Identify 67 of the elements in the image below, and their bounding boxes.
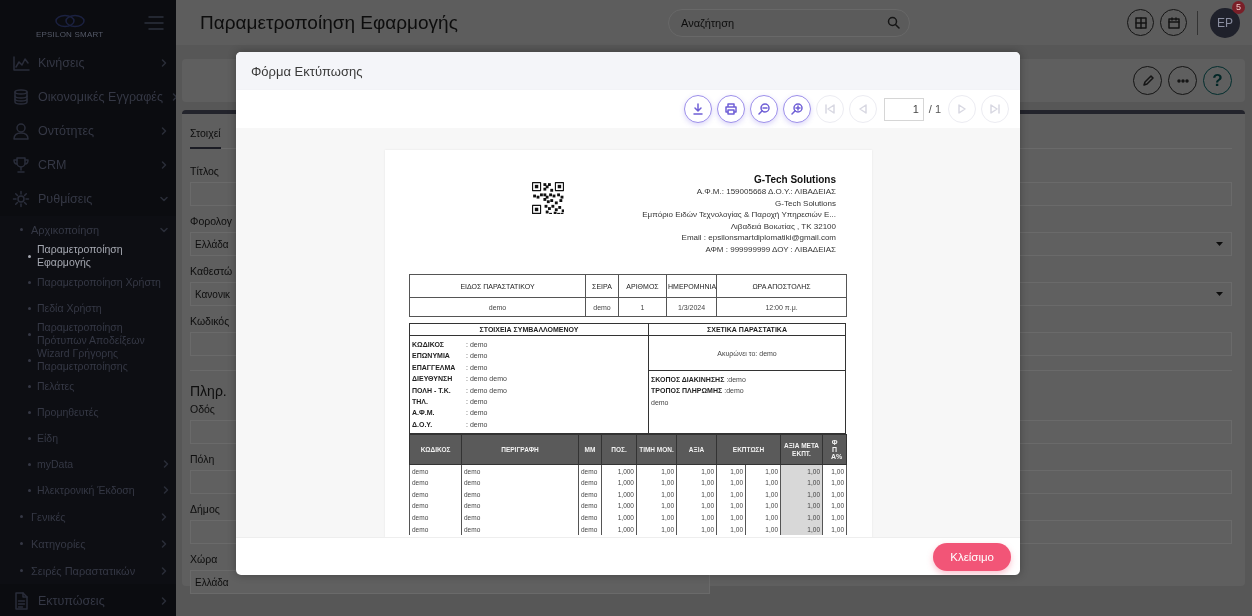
bullet-icon bbox=[28, 436, 31, 440]
zoom-out-icon bbox=[757, 103, 770, 115]
qr-code-icon bbox=[532, 182, 565, 214]
page-field[interactable]: 1 bbox=[883, 97, 924, 121]
chart-icon bbox=[12, 54, 30, 72]
notification-badge: 5 bbox=[1232, 0, 1245, 14]
field-label: Πόλη bbox=[190, 452, 215, 466]
field-label: Οδός bbox=[190, 402, 215, 416]
more-icon bbox=[1176, 78, 1189, 83]
company-name: G-Tech Solutions bbox=[752, 174, 836, 186]
caret-icon bbox=[1216, 292, 1223, 296]
tab[interactable]: Στοιχεί bbox=[190, 127, 221, 149]
coin-stack-icon bbox=[12, 88, 30, 106]
bullet-icon bbox=[28, 384, 31, 388]
company-detail: G-Tech Solutions bbox=[774, 197, 836, 209]
company-detail: Λιβαδειά Βοιωτίας , ΤΚ 32100 bbox=[729, 220, 836, 232]
field-label: Χώρα bbox=[190, 552, 218, 566]
printer-icon bbox=[724, 103, 737, 115]
bullet-icon bbox=[28, 358, 31, 362]
bullet-icon bbox=[28, 410, 31, 414]
document-icon bbox=[12, 592, 30, 610]
bullet-icon bbox=[20, 228, 23, 231]
logo-text: EPSILON SMART bbox=[36, 29, 104, 39]
company-detail: ΑΦΜ : 999999999 ΔΟΥ : ΛΙΒΑΔΕΙΑΣ bbox=[704, 243, 836, 255]
printer-button[interactable] bbox=[716, 95, 745, 123]
bullet-icon bbox=[28, 488, 31, 492]
search-icon bbox=[887, 15, 900, 29]
company-detail: Email : epsilonsmartdiplomatiki@gmail.com bbox=[680, 232, 836, 244]
download-button[interactable] bbox=[683, 95, 712, 123]
menu-icon bbox=[144, 16, 164, 30]
field-label: Τίτλος bbox=[190, 164, 219, 178]
field-label: Καθεστώ bbox=[190, 264, 233, 278]
bullet-icon bbox=[28, 462, 31, 466]
calendar-icon bbox=[1167, 16, 1180, 29]
section-title: Πληρ. bbox=[190, 383, 227, 399]
caret-icon bbox=[1216, 242, 1223, 246]
download-icon bbox=[691, 103, 704, 115]
grid-icon bbox=[1134, 16, 1147, 29]
bullet-icon bbox=[28, 332, 31, 336]
zoom-out-button[interactable] bbox=[749, 95, 778, 123]
gear-icon bbox=[12, 190, 30, 208]
sidebar-item[interactable]: Παραμετροποίηση Εφαρμογής bbox=[0, 243, 176, 269]
person-icon bbox=[12, 122, 30, 140]
last-page-icon bbox=[989, 103, 1001, 115]
close-button[interactable]: Κλείσιμο bbox=[933, 542, 1011, 571]
bullet-icon bbox=[20, 569, 23, 572]
trophy-icon bbox=[12, 156, 30, 174]
field-label: Δήμος bbox=[190, 502, 220, 516]
first-page-icon bbox=[823, 103, 836, 115]
previous-page-icon bbox=[856, 103, 869, 115]
next-page-icon bbox=[956, 103, 968, 115]
bullet-icon bbox=[28, 306, 31, 310]
company-detail: Εμπόριο Ειδών Τεχνολογίας & Παροχή Υπηρεσιών Ε... bbox=[642, 209, 836, 221]
bullet-icon bbox=[20, 542, 23, 545]
pencil-icon bbox=[1141, 74, 1154, 87]
page-title: Παραμετροποίηση Εφαρμογής bbox=[200, 11, 459, 34]
page-total: / 1 bbox=[928, 103, 941, 115]
zoom-in-icon bbox=[790, 103, 803, 115]
search-field[interactable]: Αναζήτηση bbox=[668, 8, 910, 37]
zoom-in-button[interactable] bbox=[782, 95, 811, 123]
company-detail: Α.Φ.Μ.: 159005668 Δ.Ο.Υ.: ΛΙΒΑΔΕΙΑΣ bbox=[695, 186, 836, 198]
bullet-icon bbox=[28, 280, 31, 284]
field-label: Κωδικός bbox=[190, 314, 230, 328]
bullet-icon bbox=[20, 515, 23, 518]
field-label: Φορολογ bbox=[190, 214, 232, 228]
dialog-title: Φόρμα Εκτύπωσης bbox=[251, 63, 363, 79]
bullet-icon bbox=[28, 254, 31, 258]
